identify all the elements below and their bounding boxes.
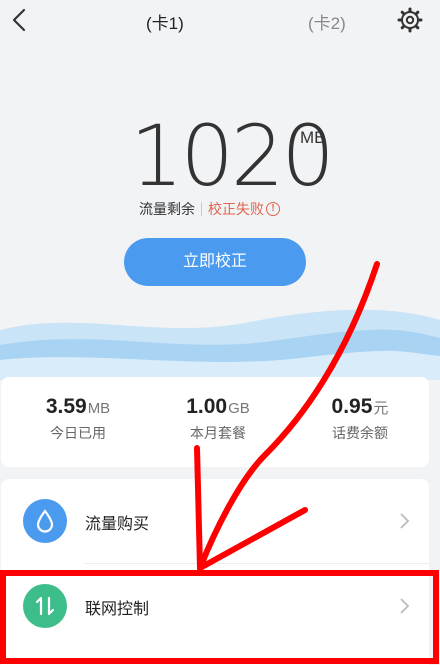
top-bar: (卡1) (卡2) bbox=[0, 0, 440, 40]
calibration-status[interactable]: 校正失败 bbox=[208, 199, 264, 219]
stat-unit: MB bbox=[87, 400, 111, 417]
separator bbox=[201, 202, 202, 216]
menu-item-network-control[interactable]: 联网控制 bbox=[1, 564, 429, 648]
stat-label: 本月套餐 bbox=[190, 425, 246, 441]
stat-unit: GB bbox=[228, 400, 250, 417]
stat-unit: 元 bbox=[373, 400, 389, 417]
water-drop-icon bbox=[23, 499, 67, 543]
chevron-right-icon bbox=[399, 512, 411, 530]
stat-today-used: 3.59MB 今日已用 bbox=[33, 395, 123, 443]
stats-card: 3.59MB 今日已用 1.00GB 本月套餐 0.95元 话费余额 bbox=[1, 377, 429, 467]
stat-value: 3.59 bbox=[45, 395, 87, 418]
back-icon[interactable] bbox=[6, 6, 34, 34]
data-remaining-value: 1020 bbox=[130, 107, 335, 205]
wave-decoration bbox=[0, 309, 440, 380]
menu-item-buy-data[interactable]: 流量购买 bbox=[1, 479, 429, 564]
stat-balance: 0.95元 话费余额 bbox=[315, 395, 405, 443]
stat-value: 0.95 bbox=[331, 395, 373, 418]
menu-item-label: 流量购买 bbox=[85, 516, 150, 533]
up-down-arrows-icon bbox=[23, 584, 67, 628]
tab-sim1[interactable]: (卡1) bbox=[146, 9, 184, 34]
calibrate-button[interactable]: 立即校正 bbox=[124, 238, 306, 286]
warning-icon: ! bbox=[266, 202, 280, 216]
stat-monthly-plan: 1.00GB 本月套餐 bbox=[173, 395, 263, 443]
chevron-right-icon bbox=[399, 597, 411, 615]
stat-label: 今日已用 bbox=[50, 425, 106, 441]
stat-label: 话费余额 bbox=[332, 425, 388, 441]
menu-item-label: 联网控制 bbox=[85, 601, 150, 618]
gear-icon[interactable] bbox=[396, 6, 424, 34]
stat-value: 1.00 bbox=[186, 395, 228, 418]
data-remaining-unit: MB bbox=[300, 128, 326, 147]
data-remaining-label: 流量剩余 bbox=[139, 201, 195, 217]
tab-sim2[interactable]: (卡2) bbox=[308, 9, 346, 34]
menu-card: 流量购买 联网控制 bbox=[1, 479, 429, 665]
data-remaining-status-row: 流量剩余 校正失败 ! bbox=[139, 199, 280, 219]
